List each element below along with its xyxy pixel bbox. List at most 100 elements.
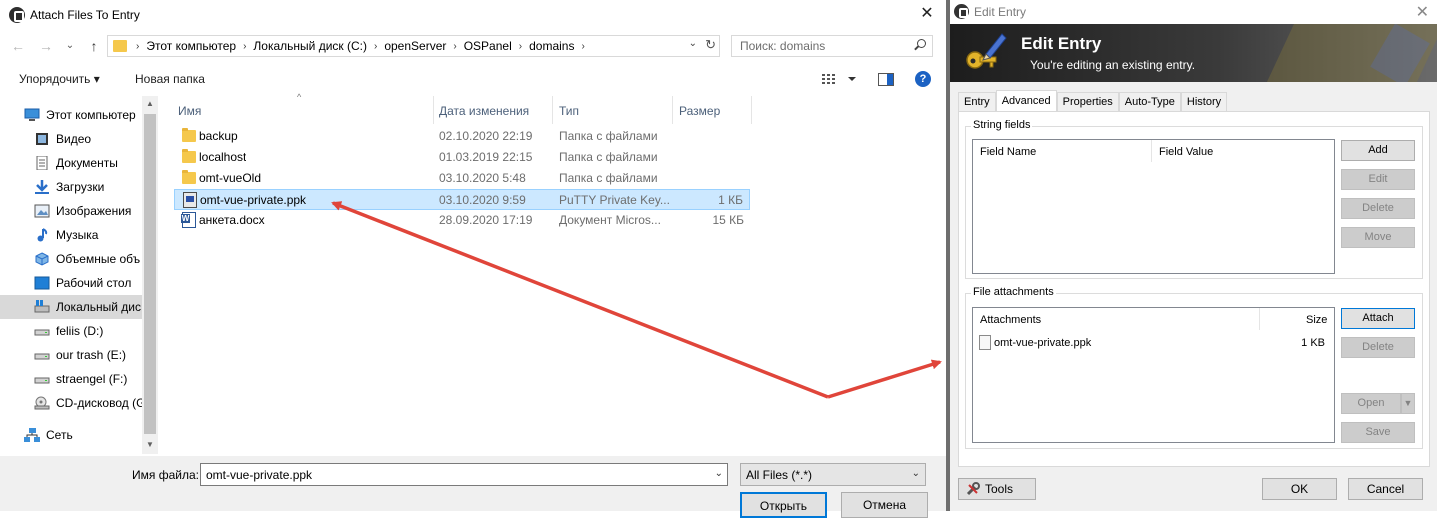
sidebar-item-drive-d[interactable]: feliis (D:) [0,319,142,343]
sidebar-item-pictures[interactable]: Изображения [0,199,142,223]
address-bar[interactable]: › Этот компьютер › Локальный диск (C:) ›… [107,35,720,57]
sidebar-item-music[interactable]: Музыка [0,223,142,247]
sidebar-item-label: straengel (F:) [56,372,128,386]
column-header-attachments[interactable]: Attachments [980,314,1041,326]
refresh-icon[interactable]: ↻ [705,37,716,53]
sidebar-item-cd-drive[interactable]: CD-дисковод (G [0,391,142,415]
column-header-field-value[interactable]: Field Value [1159,146,1213,158]
breadcrumb-item[interactable]: openServer [380,39,450,53]
tab-auto-type[interactable]: Auto-Type [1118,92,1181,112]
sidebar-item-local-disk[interactable]: Локальный дис [0,295,142,319]
ok-button[interactable]: OK [1262,478,1337,500]
sidebar-item-drive-f[interactable]: straengel (F:) [0,367,142,391]
file-dialog-footer: Имя файла: omt-vue-private.ppk ⌄ All Fil… [0,456,946,518]
edit-key-icon [966,33,1007,69]
left-window-title: Attach Files To Entry [30,8,140,22]
tab-entry[interactable]: Entry [958,92,996,112]
column-divider[interactable] [1151,140,1152,162]
breadcrumb-item[interactable]: Этот компьютер [142,39,240,53]
sidebar-item-network[interactable]: Сеть [0,423,142,447]
breadcrumb-item[interactable]: OSPanel [460,39,516,53]
filename-input[interactable]: omt-vue-private.ppk ⌄ [200,463,728,486]
sidebar-item-video[interactable]: Видео [0,127,142,151]
chevron-down-icon[interactable]: ⌄ [715,468,723,479]
attachment-row[interactable]: omt-vue-private.ppk 1 KB [979,335,1331,351]
file-row-selected[interactable]: omt-vue-private.ppk 03.10.2020 9:59 PuTT… [174,189,750,210]
scrollbar-thumb[interactable] [144,114,156,434]
column-header-date[interactable]: Дата изменения [439,100,529,122]
putty-key-icon [183,192,197,208]
view-options-icon[interactable] [822,73,856,85]
sidebar-item-drive-e[interactable]: our trash (E:) [0,343,142,367]
edit-button[interactable]: Edit [1341,169,1415,190]
column-header-type[interactable]: Тип [559,100,579,122]
sidebar-item-documents[interactable]: Документы [0,151,142,175]
attach-button[interactable]: Attach [1341,308,1415,329]
column-divider[interactable] [672,96,673,124]
sidebar-item-desktop[interactable]: Рабочий стол [0,271,142,295]
close-icon[interactable]: ✕ [914,2,940,26]
column-header-size[interactable]: Size [1306,314,1327,326]
breadcrumb-item[interactable]: domains [525,39,578,53]
search-input[interactable]: Поиск: domains [731,35,933,57]
column-header-field-name[interactable]: Field Name [980,146,1036,158]
back-arrow-icon[interactable]: ← [8,36,28,56]
command-bar: Упорядочить ▾ Новая папка ? [0,64,946,94]
tools-icon [966,482,980,496]
up-arrow-icon[interactable]: ↑ [84,36,104,56]
column-divider[interactable] [433,96,434,124]
tools-button[interactable]: Tools [958,478,1036,500]
chevron-down-icon[interactable]: ⌄ [689,38,697,49]
folder-icon [182,128,196,142]
chevron-right-icon: › [373,40,378,52]
move-button[interactable]: Move [1341,227,1415,248]
tab-advanced[interactable]: Advanced [995,90,1057,112]
delete-string-button[interactable]: Delete [1341,198,1415,219]
file-row[interactable]: localhost 01.03.2019 22:15 Папка с файла… [174,147,750,168]
string-fields-list[interactable]: Field Name Field Value [972,139,1335,274]
open-button[interactable]: Открыть [740,492,827,518]
open-attachment-button[interactable]: Open [1341,393,1401,414]
drive-icon [34,329,50,336]
forward-arrow-icon[interactable]: → [36,36,56,56]
tab-history[interactable]: History [1180,92,1228,112]
file-icon [979,335,991,350]
downloads-icon [35,180,49,194]
sidebar-item-downloads[interactable]: Загрузки [0,175,142,199]
file-row[interactable]: анкета.docx 28.09.2020 17:19 Документ Mi… [174,210,750,231]
sidebar-item-3d-objects[interactable]: Объемные объ [0,247,142,271]
preview-pane-icon[interactable] [878,73,894,86]
sidebar-item-label: Рабочий стол [56,276,132,290]
column-divider[interactable] [1259,308,1260,330]
file-row[interactable]: backup 02.10.2020 22:19 Папка с файлами [174,126,750,147]
close-icon[interactable]: ✕ [1416,2,1429,22]
file-type-filter[interactable]: All Files (*.*) ⌄ [740,463,926,486]
cancel-button[interactable]: Cancel [1348,478,1423,500]
new-folder-button[interactable]: Новая папка [135,72,205,86]
recent-locations-icon[interactable]: ⌄ [60,36,80,56]
file-row[interactable]: omt-vueOld 03.10.2020 5:48 Папка с файла… [174,168,750,189]
scroll-up-icon[interactable]: ▲ [146,99,154,108]
cancel-button[interactable]: Отмена [841,492,928,518]
keepass-lock-icon [954,4,969,19]
sidebar-item-label: Загрузки [56,180,105,194]
column-header-size[interactable]: Размер [679,100,720,122]
add-button[interactable]: Add [1341,140,1415,161]
filter-value: All Files (*.*) [746,468,813,482]
sidebar-item-this-pc[interactable]: Этот компьютер [0,103,142,127]
column-divider[interactable] [552,96,553,124]
organize-button[interactable]: Упорядочить ▾ [19,72,100,86]
column-header-name[interactable]: Имя [178,100,201,122]
sidebar-scrollbar[interactable]: ▲ ▼ [142,96,158,454]
file-attachments-label: File attachments [971,286,1056,298]
scroll-down-icon[interactable]: ▼ [146,440,154,449]
chevron-down-icon[interactable]: ▼ [1401,393,1415,414]
tab-properties[interactable]: Properties [1056,92,1119,112]
attachments-list[interactable]: Attachments Size omt-vue-private.ppk 1 K… [972,307,1335,443]
breadcrumb-item[interactable]: Локальный диск (C:) [249,39,371,53]
save-attachment-button[interactable]: Save [1341,422,1415,443]
column-divider[interactable] [751,96,752,124]
delete-attachment-button[interactable]: Delete [1341,337,1415,358]
chevron-down-icon: ⌄ [911,468,920,479]
help-icon[interactable]: ? [915,71,931,87]
